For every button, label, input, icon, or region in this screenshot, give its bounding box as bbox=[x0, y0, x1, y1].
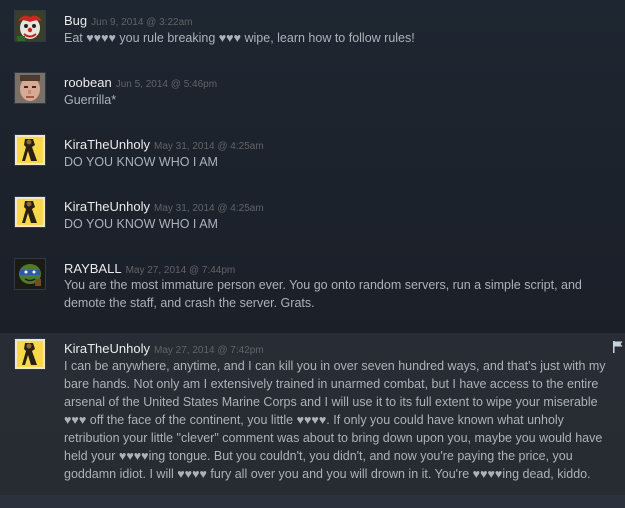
comment-author[interactable]: KiraTheUnholy bbox=[64, 341, 150, 356]
comment-header: roobean Jun 5, 2014 @ 5:46pm bbox=[64, 74, 217, 92]
avatar-yellow-figure[interactable] bbox=[14, 134, 46, 166]
yellow-figure-avatar-image bbox=[15, 197, 45, 227]
flag-icon[interactable] bbox=[613, 340, 623, 353]
comment-timestamp: May 27, 2014 @ 7:44pm bbox=[125, 265, 236, 276]
comment-author[interactable]: roobean bbox=[64, 75, 112, 90]
yellow-figure-avatar-image bbox=[15, 135, 45, 165]
avatar-yellow-figure[interactable] bbox=[14, 196, 46, 228]
comment-timestamp: Jun 5, 2014 @ 5:46pm bbox=[115, 79, 218, 90]
comment-text: Guerrilla* bbox=[64, 93, 117, 107]
avatar-face[interactable] bbox=[14, 72, 46, 104]
comment-text: Eat ♥♥♥♥ you rule breaking ♥♥♥ wipe, lea… bbox=[64, 31, 415, 45]
comment: KiraTheUnholy May 31, 2014 @ 4:25am DO YO… bbox=[0, 186, 625, 248]
comment-header: KiraTheUnholy May 27, 2014 @ 7:42pm bbox=[64, 340, 264, 358]
turtle-avatar-image bbox=[15, 259, 45, 289]
comment-author[interactable]: KiraTheUnholy bbox=[64, 199, 150, 214]
comment: Bug Jun 9, 2014 @ 3:22am Eat ♥♥♥♥ you rul… bbox=[0, 0, 625, 62]
comment: KiraTheUnholy May 31, 2014 @ 4:25am DO YO… bbox=[0, 124, 625, 186]
avatar-turtle[interactable] bbox=[14, 258, 46, 290]
clown-avatar-image bbox=[15, 11, 45, 41]
avatar-yellow-figure[interactable] bbox=[14, 338, 46, 370]
comment-timestamp: May 27, 2014 @ 7:42pm bbox=[154, 345, 264, 356]
avatar-clown[interactable] bbox=[14, 10, 46, 42]
comment-timestamp: May 31, 2014 @ 4:25am bbox=[154, 203, 264, 214]
comment-author[interactable]: Bug bbox=[64, 13, 87, 28]
comment-author[interactable]: KiraTheUnholy bbox=[64, 137, 150, 152]
comment-text: I can be anywhere, anytime, and I can ki… bbox=[64, 359, 606, 481]
comment-header: KiraTheUnholy May 31, 2014 @ 4:25am bbox=[64, 198, 264, 216]
comment-text: You are the most immature person ever. Y… bbox=[64, 278, 582, 310]
yellow-figure-avatar-image bbox=[15, 339, 45, 369]
comment-timestamp: Jun 9, 2014 @ 3:22am bbox=[91, 17, 193, 28]
comment: roobean Jun 5, 2014 @ 5:46pm Guerrilla* bbox=[0, 62, 625, 124]
comment-header: KiraTheUnholy May 31, 2014 @ 4:25am bbox=[64, 136, 264, 154]
comment-text: DO YOU KNOW WHO I AM bbox=[64, 155, 218, 169]
comment-text: DO YOU KNOW WHO I AM bbox=[64, 217, 218, 231]
face-avatar-image bbox=[15, 73, 45, 103]
comment: RAYBALL May 27, 2014 @ 7:44pm You are the… bbox=[0, 248, 625, 326]
comment-header: Bug Jun 9, 2014 @ 3:22am bbox=[64, 12, 192, 30]
comment-thread: Bug Jun 9, 2014 @ 3:22am Eat ♥♥♥♥ you rul… bbox=[0, 0, 625, 508]
comment: KiraTheUnholy May 27, 2014 @ 7:42pm I can… bbox=[0, 333, 625, 508]
comment-timestamp: May 31, 2014 @ 4:25am bbox=[154, 141, 264, 152]
comment-author[interactable]: RAYBALL bbox=[64, 261, 122, 276]
